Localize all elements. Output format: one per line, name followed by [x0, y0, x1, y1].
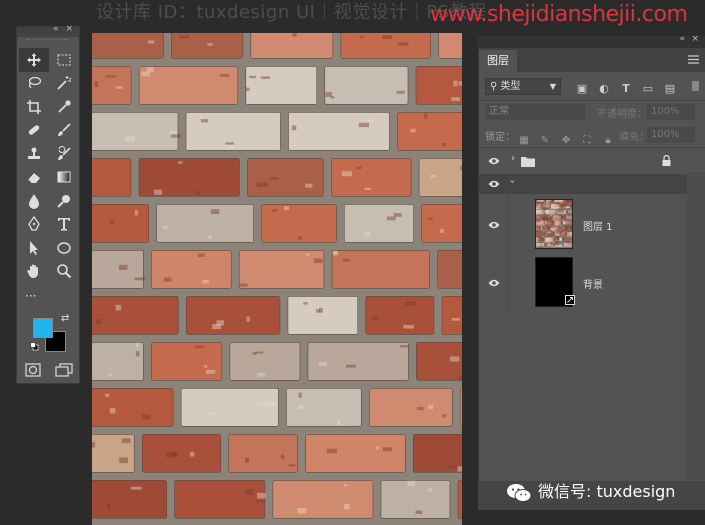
brush-tool-icon[interactable]: [49, 119, 79, 143]
type-tool-icon[interactable]: [49, 213, 79, 237]
smart-object-badge-icon: [565, 295, 575, 305]
dodge-tool-icon[interactable]: [49, 189, 79, 213]
toolbox-panel: « × ··· ⇄: [16, 24, 80, 384]
layer-name[interactable]: 图层 1: [583, 218, 613, 233]
top-watermark: 设计库 ID：tuxdesign UI｜视觉设计｜PS教程: [96, 2, 487, 23]
wechat-watermark: 微信号: tuxdesign: [506, 478, 675, 506]
pixel-layer-filter-icon[interactable]: ▣: [575, 82, 589, 96]
hand-tool-icon[interactable]: [19, 260, 49, 284]
type-layer-filter-icon[interactable]: T: [619, 82, 633, 96]
fill-input[interactable]: 100%: [647, 127, 695, 143]
fill-label: 填充：: [619, 132, 649, 143]
visibility-eye-icon[interactable]: [488, 220, 500, 230]
history-brush-tool-icon[interactable]: [49, 142, 79, 166]
path-selection-tool-icon[interactable]: [19, 236, 49, 260]
lock-image-pixels-icon[interactable]: ✎: [538, 134, 552, 148]
foreground-color-swatch[interactable]: [33, 318, 53, 338]
smart-object-filter-icon[interactable]: ▤: [663, 82, 677, 96]
search-icon: ⚲: [490, 81, 498, 92]
layers-scrollbar[interactable]: [687, 172, 705, 480]
dock-header[interactable]: « ×: [478, 34, 705, 48]
collapse-dock-icon[interactable]: «: [679, 34, 685, 44]
healing-brush-tool-icon[interactable]: [19, 119, 49, 143]
collapse-icon[interactable]: «: [53, 24, 59, 34]
clone-stamp-tool-icon[interactable]: [19, 142, 49, 166]
ellipse-shape-tool-icon[interactable]: [49, 236, 79, 260]
magic-wand-tool-icon[interactable]: [49, 72, 79, 96]
group-contents-row[interactable]: ›: [479, 174, 688, 194]
blend-mode-select[interactable]: 正常: [485, 104, 585, 120]
move-tool-icon[interactable]: [19, 48, 49, 72]
close-icon[interactable]: ×: [65, 24, 73, 34]
default-colors-icon[interactable]: [30, 342, 39, 351]
eyedropper-tool-icon[interactable]: [49, 95, 79, 119]
toolbox-grip[interactable]: [27, 39, 69, 46]
screen-mode-icon[interactable]: [55, 363, 73, 377]
document-canvas[interactable]: [92, 33, 462, 525]
filter-toggle-switch[interactable]: [692, 81, 699, 91]
zoom-tool-icon[interactable]: [49, 260, 79, 284]
visibility-eye-icon[interactable]: [488, 156, 500, 166]
quick-mask-icon[interactable]: [25, 363, 41, 377]
eraser-tool-icon[interactable]: [19, 166, 49, 190]
layer-name[interactable]: 背景: [583, 276, 603, 291]
lasso-tool-icon[interactable]: [19, 72, 49, 96]
gradient-tool-icon[interactable]: [49, 166, 79, 190]
lock-artboard-icon[interactable]: ⛶: [580, 134, 594, 148]
layer-row-background[interactable]: 背景: [479, 254, 705, 311]
pen-tool-icon[interactable]: [19, 213, 49, 237]
shape-layer-filter-icon[interactable]: ▭: [641, 82, 655, 96]
visibility-eye-icon[interactable]: [488, 278, 500, 288]
visibility-eye-icon[interactable]: [488, 179, 500, 189]
panel-menu-icon[interactable]: [688, 54, 699, 65]
expand-chevron-icon[interactable]: ›: [511, 153, 515, 164]
layers-panel: 图层 ⚲ 类型 ▼ ▣ ◐ T ▭ ▤ 正常 不透明度： 100% 锁定： ▦ ✎ ✥ ⛶ 🔒︎ 填…: [478, 48, 705, 510]
adjustment-layer-filter-icon[interactable]: ◐: [597, 82, 611, 96]
chevron-down-icon: ▼: [549, 82, 556, 91]
lock-label: 锁定：: [485, 132, 515, 143]
brick-wall-image: [92, 33, 462, 525]
close-dock-icon[interactable]: ×: [691, 34, 699, 44]
marquee-tool-icon[interactable]: [49, 48, 79, 72]
crop-tool-icon[interactable]: [19, 95, 49, 119]
tab-layers[interactable]: 图层: [479, 50, 517, 72]
opacity-label: 不透明度：: [597, 109, 647, 120]
opacity-input[interactable]: 100%: [647, 104, 695, 120]
folder-icon: [521, 157, 535, 167]
url-watermark: www.shejidianshejii.com: [430, 2, 688, 27]
more-tools-icon[interactable]: ···: [25, 289, 36, 303]
toolbox-header[interactable]: « ×: [17, 24, 79, 37]
lock-all-icon[interactable]: 🔒︎: [601, 134, 615, 148]
blur-tool-icon[interactable]: [19, 189, 49, 213]
layer-group-row[interactable]: ›: [479, 148, 705, 174]
layer-row-layer1[interactable]: 图层 1: [479, 196, 705, 253]
layer-kind-filter-select[interactable]: ⚲ 类型 ▼: [485, 78, 561, 95]
swap-colors-icon[interactable]: ⇄: [61, 313, 69, 324]
collapse-chevron-icon[interactable]: ›: [507, 180, 518, 184]
layer-thumbnail: [535, 199, 573, 249]
lock-transparent-pixels-icon[interactable]: ▦: [517, 134, 531, 148]
lock-position-icon[interactable]: ✥: [559, 134, 573, 148]
wechat-icon: [507, 483, 532, 502]
lock-icon: [662, 155, 671, 166]
